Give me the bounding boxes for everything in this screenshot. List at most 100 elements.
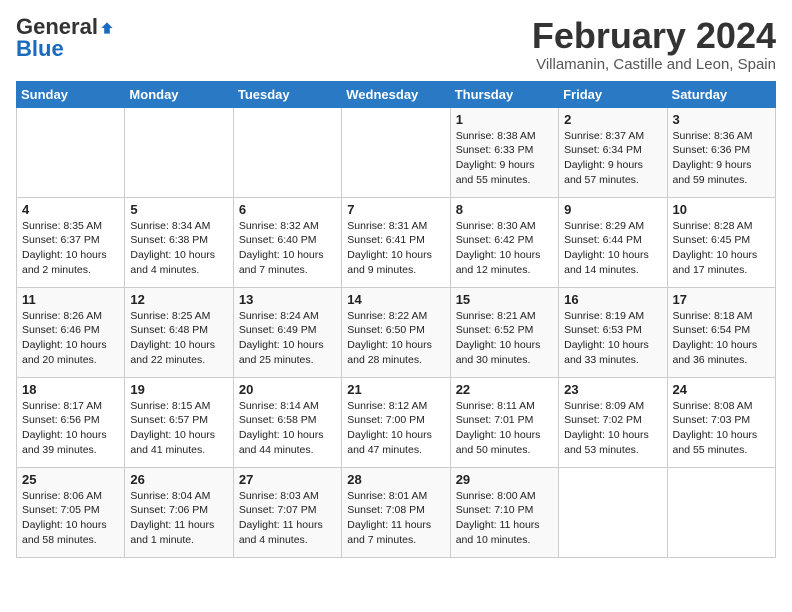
calendar-table: SundayMondayTuesdayWednesdayThursdayFrid… xyxy=(16,81,776,558)
calendar-day-cell: 20 Sunrise: 8:14 AM Sunset: 6:58 PM Dayli… xyxy=(233,377,341,467)
day-info: Sunrise: 8:29 AM Sunset: 6:44 PM Dayligh… xyxy=(564,219,661,278)
day-info: Sunrise: 8:03 AM Sunset: 7:07 PM Dayligh… xyxy=(239,489,336,548)
day-number: 24 xyxy=(673,382,770,397)
day-number: 4 xyxy=(22,202,119,217)
weekday-header-wednesday: Wednesday xyxy=(342,81,450,107)
day-info: Sunrise: 8:36 AM Sunset: 6:36 PM Dayligh… xyxy=(673,129,770,188)
day-number: 8 xyxy=(456,202,553,217)
day-number: 13 xyxy=(239,292,336,307)
day-number: 23 xyxy=(564,382,661,397)
title-area: February 2024 Villamanin, Castille and L… xyxy=(532,16,776,73)
calendar-day-cell: 15 Sunrise: 8:21 AM Sunset: 6:52 PM Dayli… xyxy=(450,287,558,377)
weekday-header-sunday: Sunday xyxy=(17,81,125,107)
calendar-title: February 2024 xyxy=(532,16,776,56)
calendar-week-row: 4 Sunrise: 8:35 AM Sunset: 6:37 PM Daylig… xyxy=(17,197,776,287)
calendar-day-cell: 12 Sunrise: 8:25 AM Sunset: 6:48 PM Dayli… xyxy=(125,287,233,377)
day-info: Sunrise: 8:38 AM Sunset: 6:33 PM Dayligh… xyxy=(456,129,553,188)
day-info: Sunrise: 8:08 AM Sunset: 7:03 PM Dayligh… xyxy=(673,399,770,458)
day-info: Sunrise: 8:19 AM Sunset: 6:53 PM Dayligh… xyxy=(564,309,661,368)
day-info: Sunrise: 8:32 AM Sunset: 6:40 PM Dayligh… xyxy=(239,219,336,278)
day-number: 12 xyxy=(130,292,227,307)
calendar-day-cell: 19 Sunrise: 8:15 AM Sunset: 6:57 PM Dayli… xyxy=(125,377,233,467)
calendar-day-cell: 7Sunrise: 8:31 AM Sunset: 6:41 PM Daylig… xyxy=(342,197,450,287)
day-info: Sunrise: 8:37 AM Sunset: 6:34 PM Dayligh… xyxy=(564,129,661,188)
calendar-day-cell xyxy=(667,467,775,557)
weekday-header-row: SundayMondayTuesdayWednesdayThursdayFrid… xyxy=(17,81,776,107)
day-info: Sunrise: 8:25 AM Sunset: 6:48 PM Dayligh… xyxy=(130,309,227,368)
day-number: 2 xyxy=(564,112,661,127)
day-info: Sunrise: 8:12 AM Sunset: 7:00 PM Dayligh… xyxy=(347,399,444,458)
calendar-day-cell: 28 Sunrise: 8:01 AM Sunset: 7:08 PM Dayli… xyxy=(342,467,450,557)
calendar-day-cell xyxy=(342,107,450,197)
calendar-day-cell: 10 Sunrise: 8:28 AM Sunset: 6:45 PM Dayli… xyxy=(667,197,775,287)
day-number: 28 xyxy=(347,472,444,487)
weekday-header-tuesday: Tuesday xyxy=(233,81,341,107)
day-info: Sunrise: 8:31 AM Sunset: 6:41 PM Dayligh… xyxy=(347,219,444,278)
calendar-day-cell: 8 Sunrise: 8:30 AM Sunset: 6:42 PM Daylig… xyxy=(450,197,558,287)
day-number: 20 xyxy=(239,382,336,397)
day-info: Sunrise: 8:28 AM Sunset: 6:45 PM Dayligh… xyxy=(673,219,770,278)
day-info: Sunrise: 8:26 AM Sunset: 6:46 PM Dayligh… xyxy=(22,309,119,368)
day-info: Sunrise: 8:04 AM Sunset: 7:06 PM Dayligh… xyxy=(130,489,227,548)
day-number: 27 xyxy=(239,472,336,487)
day-info: Sunrise: 8:09 AM Sunset: 7:02 PM Dayligh… xyxy=(564,399,661,458)
day-number: 25 xyxy=(22,472,119,487)
day-number: 6 xyxy=(239,202,336,217)
calendar-day-cell: 25 Sunrise: 8:06 AM Sunset: 7:05 PM Dayli… xyxy=(17,467,125,557)
calendar-week-row: 11 Sunrise: 8:26 AM Sunset: 6:46 PM Dayli… xyxy=(17,287,776,377)
calendar-day-cell: 14 Sunrise: 8:22 AM Sunset: 6:50 PM Dayli… xyxy=(342,287,450,377)
calendar-week-row: 1Sunrise: 8:38 AM Sunset: 6:33 PM Daylig… xyxy=(17,107,776,197)
calendar-day-cell xyxy=(233,107,341,197)
day-info: Sunrise: 8:22 AM Sunset: 6:50 PM Dayligh… xyxy=(347,309,444,368)
day-number: 9 xyxy=(564,202,661,217)
day-number: 17 xyxy=(673,292,770,307)
calendar-day-cell: 22 Sunrise: 8:11 AM Sunset: 7:01 PM Dayli… xyxy=(450,377,558,467)
calendar-subtitle: Villamanin, Castille and Leon, Spain xyxy=(532,56,776,73)
calendar-day-cell: 11 Sunrise: 8:26 AM Sunset: 6:46 PM Dayli… xyxy=(17,287,125,377)
day-info: Sunrise: 8:35 AM Sunset: 6:37 PM Dayligh… xyxy=(22,219,119,278)
calendar-day-cell: 13 Sunrise: 8:24 AM Sunset: 6:49 PM Dayli… xyxy=(233,287,341,377)
day-number: 15 xyxy=(456,292,553,307)
day-info: Sunrise: 8:17 AM Sunset: 6:56 PM Dayligh… xyxy=(22,399,119,458)
day-number: 5 xyxy=(130,202,227,217)
day-number: 21 xyxy=(347,382,444,397)
calendar-day-cell: 24 Sunrise: 8:08 AM Sunset: 7:03 PM Dayli… xyxy=(667,377,775,467)
calendar-day-cell: 3Sunrise: 8:36 AM Sunset: 6:36 PM Daylig… xyxy=(667,107,775,197)
day-info: Sunrise: 8:15 AM Sunset: 6:57 PM Dayligh… xyxy=(130,399,227,458)
calendar-week-row: 25 Sunrise: 8:06 AM Sunset: 7:05 PM Dayli… xyxy=(17,467,776,557)
calendar-body: 1Sunrise: 8:38 AM Sunset: 6:33 PM Daylig… xyxy=(17,107,776,557)
calendar-day-cell xyxy=(559,467,667,557)
calendar-day-cell: 29Sunrise: 8:00 AM Sunset: 7:10 PM Dayli… xyxy=(450,467,558,557)
day-info: Sunrise: 8:06 AM Sunset: 7:05 PM Dayligh… xyxy=(22,489,119,548)
day-number: 14 xyxy=(347,292,444,307)
logo-text: General Blue xyxy=(16,16,114,60)
day-info: Sunrise: 8:34 AM Sunset: 6:38 PM Dayligh… xyxy=(130,219,227,278)
day-info: Sunrise: 8:21 AM Sunset: 6:52 PM Dayligh… xyxy=(456,309,553,368)
calendar-day-cell: 26 Sunrise: 8:04 AM Sunset: 7:06 PM Dayli… xyxy=(125,467,233,557)
day-info: Sunrise: 8:11 AM Sunset: 7:01 PM Dayligh… xyxy=(456,399,553,458)
day-info: Sunrise: 8:00 AM Sunset: 7:10 PM Dayligh… xyxy=(456,489,553,548)
day-number: 22 xyxy=(456,382,553,397)
day-info: Sunrise: 8:14 AM Sunset: 6:58 PM Dayligh… xyxy=(239,399,336,458)
day-number: 11 xyxy=(22,292,119,307)
day-number: 10 xyxy=(673,202,770,217)
day-number: 16 xyxy=(564,292,661,307)
calendar-day-cell: 18 Sunrise: 8:17 AM Sunset: 6:56 PM Dayli… xyxy=(17,377,125,467)
day-info: Sunrise: 8:24 AM Sunset: 6:49 PM Dayligh… xyxy=(239,309,336,368)
day-number: 18 xyxy=(22,382,119,397)
calendar-day-cell xyxy=(125,107,233,197)
calendar-day-cell: 4 Sunrise: 8:35 AM Sunset: 6:37 PM Daylig… xyxy=(17,197,125,287)
day-number: 26 xyxy=(130,472,227,487)
calendar-day-cell: 17 Sunrise: 8:18 AM Sunset: 6:54 PM Dayli… xyxy=(667,287,775,377)
calendar-week-row: 18 Sunrise: 8:17 AM Sunset: 6:56 PM Dayli… xyxy=(17,377,776,467)
day-info: Sunrise: 8:18 AM Sunset: 6:54 PM Dayligh… xyxy=(673,309,770,368)
calendar-day-cell: 1Sunrise: 8:38 AM Sunset: 6:33 PM Daylig… xyxy=(450,107,558,197)
day-info: Sunrise: 8:30 AM Sunset: 6:42 PM Dayligh… xyxy=(456,219,553,278)
calendar-day-cell: 21 Sunrise: 8:12 AM Sunset: 7:00 PM Dayli… xyxy=(342,377,450,467)
calendar-day-cell: 6 Sunrise: 8:32 AM Sunset: 6:40 PM Daylig… xyxy=(233,197,341,287)
weekday-header-thursday: Thursday xyxy=(450,81,558,107)
day-info: Sunrise: 8:01 AM Sunset: 7:08 PM Dayligh… xyxy=(347,489,444,548)
day-number: 19 xyxy=(130,382,227,397)
weekday-header-monday: Monday xyxy=(125,81,233,107)
calendar-day-cell: 2 Sunrise: 8:37 AM Sunset: 6:34 PM Daylig… xyxy=(559,107,667,197)
